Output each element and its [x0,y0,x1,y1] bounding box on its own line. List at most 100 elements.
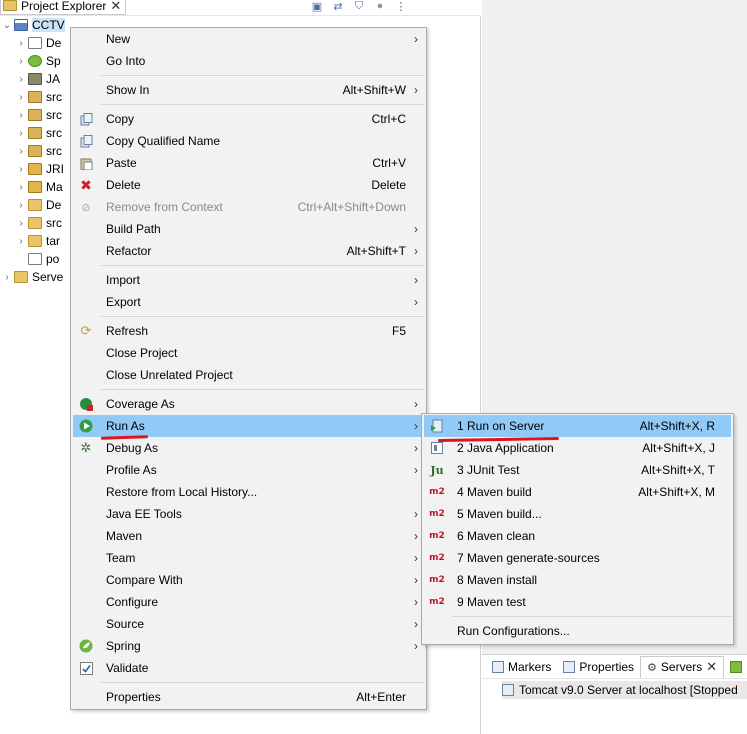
menu-item-java-ee-tools[interactable]: Java EE Tools › [73,503,424,525]
menu-item-new[interactable]: New › [73,28,424,50]
menu-item-label: 7 Maven generate-sources [457,551,600,565]
chevron-right-icon[interactable]: › [14,146,28,157]
menu-item-export[interactable]: Export › [73,291,424,313]
tree-item[interactable]: › Ma [0,178,70,196]
tree-item[interactable]: › src [0,124,70,142]
menu-item-coverage-as[interactable]: Coverage As › [73,393,424,415]
menu-item-configure[interactable]: Configure › [73,591,424,613]
filter-icon[interactable]: ⛉ [352,0,366,13]
tree-item-project[interactable]: ⌄ CCTV [0,16,70,34]
tree-item[interactable]: › JRI [0,160,70,178]
menu-item-label: Coverage As [106,397,175,411]
chevron-right-icon[interactable]: › [14,92,28,103]
link-with-editor-icon[interactable]: ⇄ [331,0,345,13]
servers-icon: ⚙ [647,661,657,674]
menu-item-maven-generate-sources[interactable]: m2 7 Maven generate-sources [424,547,731,569]
properties-icon [563,660,576,673]
menu-item-team[interactable]: Team › [73,547,424,569]
menu-item-maven-build-dialog[interactable]: m2 5 Maven build... [424,503,731,525]
tree-item[interactable]: › src [0,106,70,124]
tree-item[interactable]: › JA [0,70,70,88]
tree-item[interactable]: po [0,250,70,268]
menu-item-delete[interactable]: ✖ Delete Delete [73,174,424,196]
chevron-right-icon[interactable]: › [14,56,28,67]
server-list-item[interactable]: Tomcat v9.0 Server at localhost [Stopped [502,681,747,699]
tree-item-label: De [46,36,62,50]
chevron-right-icon[interactable]: › [14,164,28,175]
run-on-server-icon [429,419,445,433]
tree-item[interactable]: › src [0,88,70,106]
close-icon[interactable]: ✕ [706,660,717,673]
view-tab-bar: Markers Properties ⚙ Servers ✕ [482,655,747,679]
tree-item[interactable]: › Sp [0,52,70,70]
menu-item-label: 6 Maven clean [457,529,536,543]
coverage-icon [79,397,93,411]
folder-icon [28,235,42,247]
menu-item-run-configurations[interactable]: Run Configurations... [424,620,731,642]
tree-item[interactable]: › tar [0,232,70,250]
menu-item-properties[interactable]: Properties Alt+Enter [73,686,424,708]
xml-file-icon [28,253,42,265]
menu-item-maven-install[interactable]: m2 8 Maven install [424,569,731,591]
chevron-right-icon[interactable]: › [14,74,28,85]
menu-item-run-on-server[interactable]: 1 Run on Server Alt+Shift+X, R [424,415,731,437]
focus-icon[interactable]: ● [373,0,387,13]
menu-item-label: Spring [106,639,141,653]
menu-item-build-path[interactable]: Build Path › [73,218,424,240]
tab-markers[interactable]: Markers [486,656,557,678]
console-icon[interactable] [730,660,743,673]
menu-item-close-project[interactable]: Close Project [73,342,424,364]
view-menu-icon[interactable]: ⋮ [394,0,408,13]
menu-item-profile-as[interactable]: Profile As › [73,459,424,481]
tab-servers[interactable]: ⚙ Servers ✕ [640,655,725,678]
menu-item-paste[interactable]: Paste Ctrl+V [73,152,424,174]
menu-item-refresh[interactable]: ⟳ Refresh F5 [73,320,424,342]
tree-item[interactable]: › src [0,142,70,160]
menu-item-close-unrelated-project[interactable]: Close Unrelated Project [73,364,424,386]
chevron-right-icon: › [414,32,418,46]
tree-item-servers[interactable]: › Serve [0,268,70,286]
deployment-icon [28,37,42,49]
chevron-right-icon[interactable]: › [14,236,28,247]
chevron-right-icon[interactable]: › [0,272,14,283]
context-menu: New › Go Into Show In Alt+Shift+W › Copy… [70,27,427,710]
menu-item-go-into[interactable]: Go Into [73,50,424,72]
tree-item[interactable]: › src [0,214,70,232]
chevron-right-icon[interactable]: › [14,38,28,49]
menu-item-maven[interactable]: Maven › [73,525,424,547]
folder-icon [28,199,42,211]
menu-item-junit-test[interactable]: Ju 3 JUnit Test Alt+Shift+X, T [424,459,731,481]
menu-item-label: Configure [106,595,159,609]
chevron-right-icon[interactable]: › [14,182,28,193]
menu-item-debug-as[interactable]: ✲ Debug As › [73,437,424,459]
close-icon[interactable]: ✕ [110,0,121,12]
menu-item-validate[interactable]: Validate [73,657,424,679]
menu-item-copy[interactable]: Copy Ctrl+C [73,108,424,130]
menu-item-maven-build[interactable]: m2 4 Maven build Alt+Shift+X, M [424,481,731,503]
menu-item-source[interactable]: Source › [73,613,424,635]
menu-item-compare-with[interactable]: Compare With › [73,569,424,591]
menu-item-label: Export [106,295,141,309]
tree-item[interactable]: › De [0,34,70,52]
menu-item-maven-test[interactable]: m2 9 Maven test [424,591,731,613]
menu-item-restore-local-history[interactable]: Restore from Local History... [73,481,424,503]
menu-item-maven-clean[interactable]: m2 6 Maven clean [424,525,731,547]
chevron-right-icon[interactable]: › [14,128,28,139]
menu-item-refactor[interactable]: Refactor Alt+Shift+T › [73,240,424,262]
chevron-right-icon[interactable]: › [14,218,28,229]
tree-item[interactable]: › De [0,196,70,214]
menu-item-import[interactable]: Import › [73,269,424,291]
menu-item-copy-qualified-name[interactable]: Copy Qualified Name [73,130,424,152]
chevron-down-icon[interactable]: ⌄ [0,20,14,31]
chevron-right-icon[interactable]: › [14,110,28,121]
menu-item-run-as[interactable]: Run As › [73,415,424,437]
menu-item-remove-from-context[interactable]: ⊘ Remove from Context Ctrl+Alt+Shift+Dow… [73,196,424,218]
menu-item-spring[interactable]: Spring › [73,635,424,657]
menu-item-label: Run Configurations... [457,624,570,638]
tab-project-explorer[interactable]: Project Explorer ✕ [0,0,127,15]
chevron-right-icon: › [414,463,418,477]
tab-properties[interactable]: Properties [557,656,640,678]
menu-item-show-in[interactable]: Show In Alt+Shift+W › [73,79,424,101]
chevron-right-icon[interactable]: › [14,200,28,211]
collapse-all-icon[interactable]: ▣ [310,0,324,13]
